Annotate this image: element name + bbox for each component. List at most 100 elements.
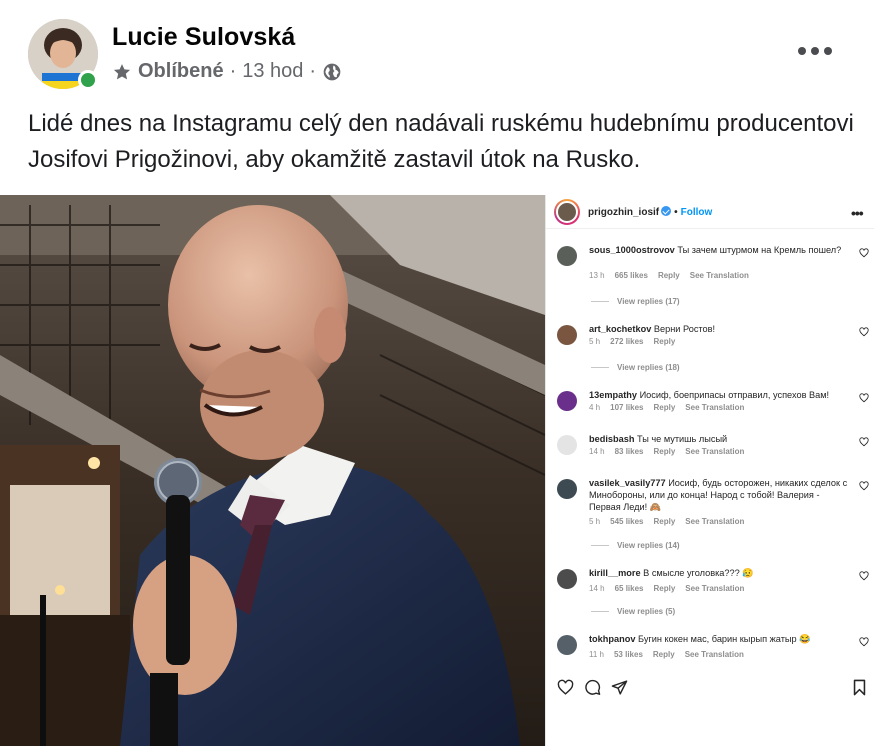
view-replies-link[interactable]: View replies (18) (591, 363, 680, 372)
comment-body: kirill__more В смысле уголовка??? 😥 (589, 567, 849, 579)
comment-text: В смысле уголовка??? 😥 (643, 568, 754, 578)
comment-meta: 11 h 53 likes Reply See Translation (589, 650, 744, 659)
comment-username[interactable]: sous_1000ostrovov (589, 245, 675, 255)
see-translation-link[interactable]: See Translation (685, 584, 744, 593)
comment-username[interactable]: vasilek_vasily777 (589, 478, 666, 488)
heart-icon[interactable] (859, 248, 869, 258)
post-header: Lucie Sulovská Oblíbené · 13 hod · (0, 0, 874, 100)
ig-username-line: prigozhin_iosif • Follow (588, 206, 712, 218)
view-replies-label: View replies (5) (617, 607, 676, 616)
comment-avatar[interactable] (557, 246, 577, 266)
comment-avatar[interactable] (557, 479, 577, 499)
comment-text: Верни Ростов! (653, 324, 716, 334)
see-translation-link[interactable]: See Translation (690, 271, 749, 280)
like-heart-icon[interactable] (557, 679, 574, 696)
comment-time[interactable]: 4 h (589, 403, 600, 412)
heart-icon[interactable] (859, 327, 869, 337)
view-replies-label: View replies (17) (617, 297, 680, 306)
comment-likes[interactable]: 272 likes (610, 337, 643, 346)
post-image[interactable]: prigozhin_iosif • Follow ••• sous_1000ostr… (0, 195, 874, 746)
comment-icon[interactable] (584, 679, 601, 696)
comment-time[interactable]: 5 h (589, 337, 600, 346)
comment-time[interactable]: 11 h (589, 650, 604, 659)
comment-likes[interactable]: 545 likes (610, 517, 643, 526)
comment-likes[interactable]: 83 likes (615, 447, 644, 456)
comment-meta: 5 h 272 likes Reply (589, 337, 675, 346)
heart-icon[interactable] (859, 481, 869, 491)
post-time[interactable]: 13 hod (242, 60, 303, 83)
comment-body: 13empathy Иосиф, боеприпасы отправил, ус… (589, 389, 849, 401)
comment-time[interactable]: 14 h (589, 447, 605, 456)
comment-username[interactable]: bedisbash (589, 434, 634, 444)
meta-separator-2: · (309, 60, 317, 82)
post-text: Lidé dnes na Instagramu celý den nadával… (28, 110, 854, 173)
heart-icon[interactable] (859, 571, 869, 581)
more-dot (811, 47, 819, 55)
comment-time[interactable]: 14 h (589, 584, 605, 593)
comment-avatar[interactable] (557, 435, 577, 455)
ig-more-icon[interactable]: ••• (851, 205, 864, 221)
reply-button[interactable]: Reply (654, 584, 676, 593)
heart-icon[interactable] (859, 637, 869, 647)
comment-meta: 14 h 83 likes Reply See Translation (589, 447, 744, 456)
comment-meta: 4 h 107 likes Reply See Translation (589, 403, 744, 412)
see-translation-link[interactable]: See Translation (685, 403, 744, 412)
comment-text: Иосиф, боеприпасы отправил, успехов Вам! (639, 390, 830, 400)
audience-label[interactable]: Oblíbené (138, 60, 224, 83)
ig-profile-avatar[interactable] (554, 199, 580, 225)
comment-likes[interactable]: 665 likes (615, 271, 648, 280)
share-icon[interactable] (611, 679, 628, 696)
reply-button[interactable]: Reply (654, 337, 676, 346)
comment-text: Ты че мутишь лысый (637, 434, 728, 444)
comment-meta: 14 h 65 likes Reply See Translation (589, 584, 744, 593)
comment-username[interactable]: 13empathy (589, 390, 637, 400)
reply-button[interactable]: Reply (654, 403, 676, 412)
follow-button[interactable]: Follow (681, 207, 713, 218)
comment-time[interactable]: 13 h (589, 271, 605, 280)
singer-photo (0, 195, 545, 746)
bookmark-icon[interactable] (852, 679, 867, 696)
comment-likes[interactable]: 65 likes (615, 584, 644, 593)
reply-button[interactable]: Reply (658, 271, 680, 280)
ig-action-bar (546, 679, 874, 709)
comment-avatar[interactable] (557, 325, 577, 345)
comment-avatar[interactable] (557, 391, 577, 411)
comment-avatar[interactable] (557, 569, 577, 589)
reply-button[interactable]: Reply (653, 650, 675, 659)
reply-button[interactable]: Reply (654, 517, 676, 526)
online-status-dot (78, 70, 98, 90)
heart-icon[interactable] (859, 437, 869, 447)
comment-body: sous_1000ostrovov Ты зачем штурмом на Кр… (589, 244, 849, 256)
view-replies-link[interactable]: View replies (5) (591, 607, 675, 616)
comment-username[interactable]: art_kochetkov (589, 324, 651, 334)
star-icon (113, 63, 131, 79)
more-dot (824, 47, 832, 55)
verified-badge-icon (661, 206, 672, 216)
comment-username[interactable]: kirill__more (589, 568, 641, 578)
more-dot (798, 47, 806, 55)
author-name[interactable]: Lucie Sulovská (112, 23, 295, 52)
view-replies-link[interactable]: View replies (17) (591, 297, 680, 306)
comment-avatar[interactable] (557, 635, 577, 655)
ig-username[interactable]: prigozhin_iosif (588, 207, 659, 218)
globe-icon[interactable] (322, 62, 342, 82)
comment-likes[interactable]: 53 likes (614, 650, 643, 659)
view-replies-link[interactable]: View replies (14) (591, 541, 680, 550)
comment-username[interactable]: tokhpanov (589, 634, 635, 644)
reply-button[interactable]: Reply (654, 447, 676, 456)
comment-body: bedisbash Ты че мутишь лысый (589, 433, 849, 445)
post-more-button[interactable] (793, 36, 837, 66)
comment-text: Бугин кокен мас, барин кырып жатыр 😂 (638, 634, 811, 644)
see-translation-link[interactable]: See Translation (685, 650, 744, 659)
comment-meta: 5 h 545 likes Reply See Translation (589, 517, 744, 526)
see-translation-link[interactable]: See Translation (685, 517, 744, 526)
heart-icon[interactable] (859, 393, 869, 403)
ig-dot: • (674, 207, 678, 218)
view-replies-label: View replies (18) (617, 363, 680, 372)
comment-likes[interactable]: 107 likes (610, 403, 643, 412)
comment-time[interactable]: 5 h (589, 517, 600, 526)
see-translation-link[interactable]: See Translation (685, 447, 744, 456)
instagram-comments-panel: prigozhin_iosif • Follow ••• sous_1000ostr… (545, 195, 874, 746)
view-replies-label: View replies (14) (617, 541, 680, 550)
comment-meta: 13 h 665 likes Reply See Translation (589, 271, 749, 280)
